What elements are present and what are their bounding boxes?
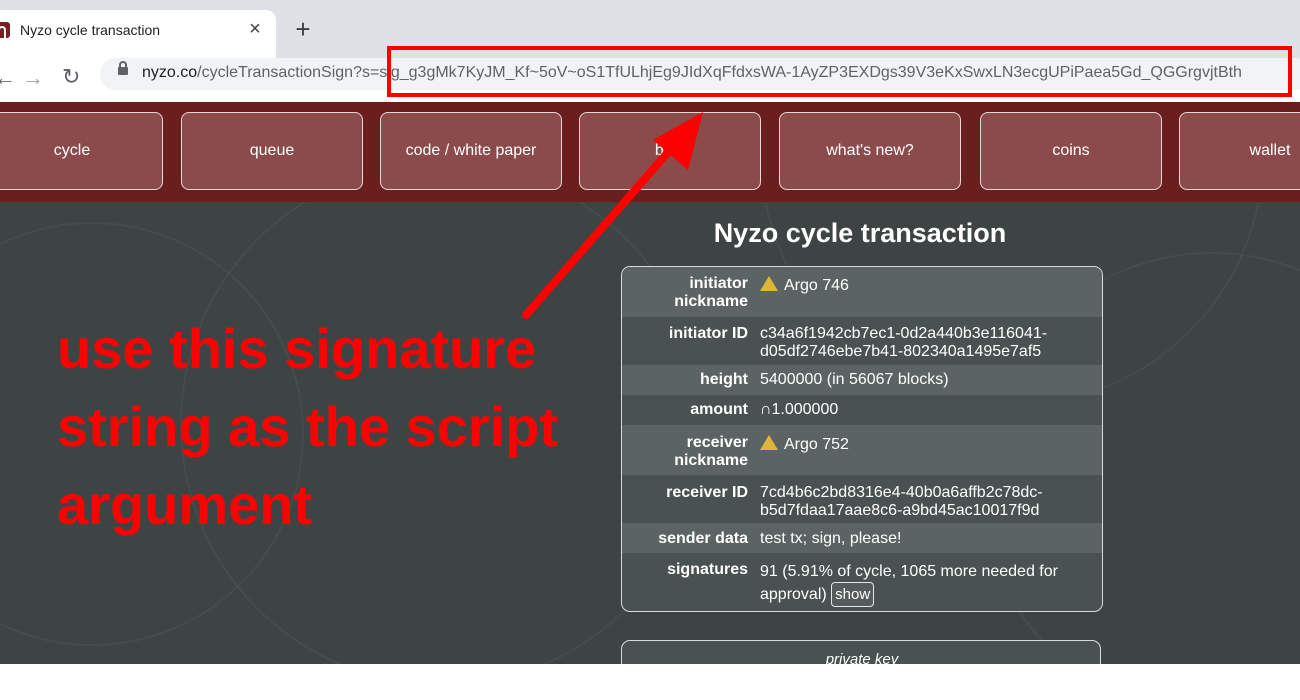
annotation-arrow-shaft — [522, 139, 680, 319]
annotation-arrow — [522, 112, 703, 319]
